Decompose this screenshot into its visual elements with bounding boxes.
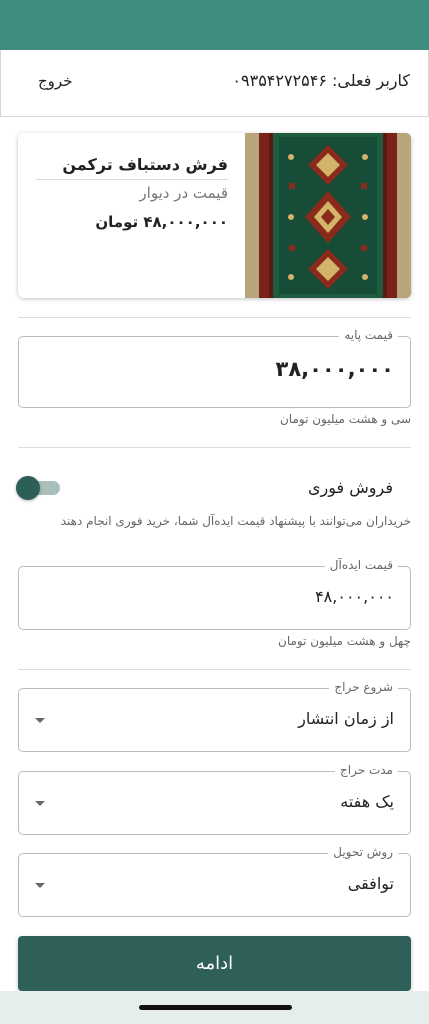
product-title: فرش دستباف ترکمن — [62, 155, 228, 174]
user-header: کاربر فعلی: ۰۹۳۵۴۲۷۲۵۴۶ خروج — [0, 50, 429, 117]
wall-price-label: قیمت در دیوار — [139, 184, 228, 202]
auction-duration-select[interactable]: مدت حراج یک هفته — [18, 763, 411, 835]
auction-start-value: از زمان انتشار — [298, 709, 394, 728]
ideal-price-helper: چهل و هشت میلیون تومان — [278, 634, 411, 648]
status-bar — [0, 0, 429, 50]
chevron-down-icon — [35, 718, 45, 723]
base-price-field[interactable]: قیمت پایه ۳۸,۰۰۰,۰۰۰ — [18, 328, 411, 408]
toggle-thumb — [16, 476, 40, 500]
auction-start-select[interactable]: شروع حراج از زمان انتشار — [18, 680, 411, 752]
card-divider — [36, 179, 228, 180]
auction-duration-label: مدت حراج — [335, 763, 398, 777]
delivery-method-select[interactable]: روش تحویل توافقی — [18, 845, 411, 917]
instant-sale-description: خریداران می‌توانند با پیشنهاد قیمت ایده‌… — [60, 514, 411, 528]
divider — [18, 317, 411, 318]
instant-sale-toggle[interactable] — [16, 476, 60, 500]
product-card[interactable]: فرش دستباف ترکمن قیمت در دیوار ۴۸,۰۰۰,۰۰… — [18, 133, 411, 298]
delivery-method-label: روش تحویل — [328, 845, 398, 859]
logout-link[interactable]: خروج — [38, 72, 72, 90]
carpet-image — [245, 133, 411, 298]
home-indicator[interactable] — [139, 1005, 292, 1010]
ideal-price-field[interactable]: قیمت ایده‌آل ۴۸,۰۰۰,۰۰۰ — [18, 558, 411, 630]
chevron-down-icon — [35, 883, 45, 888]
base-price-label: قیمت پایه — [339, 328, 398, 342]
base-price-value[interactable]: ۳۸,۰۰۰,۰۰۰ — [276, 357, 395, 381]
divider — [18, 447, 411, 448]
base-price-helper: سی و هشت میلیون تومان — [279, 412, 411, 426]
divider — [18, 669, 411, 670]
delivery-method-value: توافقی — [347, 874, 394, 893]
instant-sale-title: فروش فوری — [308, 478, 393, 497]
auction-duration-value: یک هفته — [340, 792, 394, 811]
current-user-label: کاربر فعلی: ۰۹۳۵۴۲۷۲۵۴۶ — [232, 71, 410, 90]
continue-button[interactable]: ادامه — [18, 936, 411, 991]
auction-start-label: شروع حراج — [329, 680, 398, 694]
ideal-price-label: قیمت ایده‌آل — [324, 558, 398, 572]
ideal-price-value[interactable]: ۴۸,۰۰۰,۰۰۰ — [315, 587, 394, 606]
wall-price: ۴۸,۰۰۰,۰۰۰ تومان — [95, 213, 228, 231]
chevron-down-icon — [35, 801, 45, 806]
